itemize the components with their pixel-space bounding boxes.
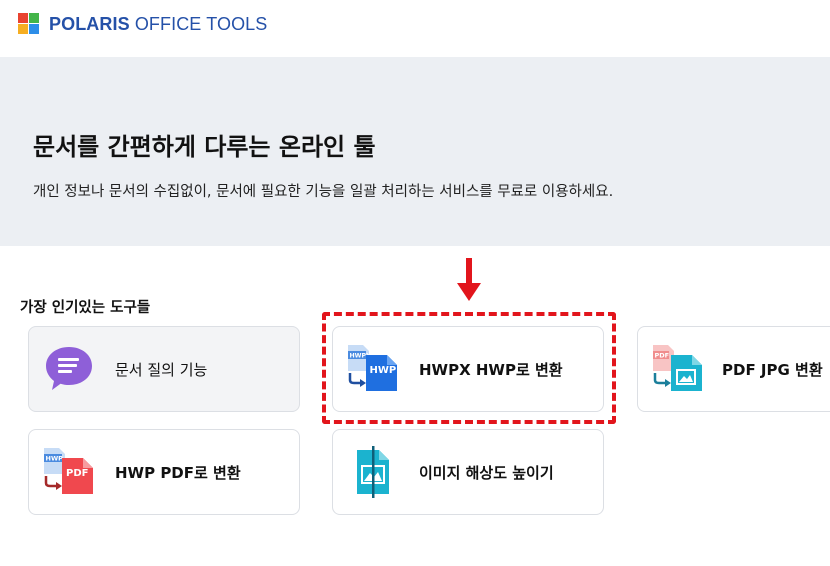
tool-label: HWP PDF로 변환 [115, 463, 241, 482]
tool-card-pdf-to-jpg[interactable]: PDF PDF JPG 변환 [637, 326, 830, 412]
annotation-arrow-icon [457, 258, 481, 301]
brand-light: OFFICE TOOLS [129, 14, 268, 34]
tool-card-image-upscale[interactable]: 이미지 해상도 높이기 [332, 429, 604, 515]
tool-label: 이미지 해상도 높이기 [419, 463, 554, 482]
pdf-to-jpg-icon: PDF [653, 345, 702, 391]
image-upscale-icon [357, 446, 389, 498]
chat-bubble-icon [46, 347, 92, 390]
tool-label: PDF JPG 변환 [722, 360, 823, 379]
tool-label: 문서 질의 기능 [115, 360, 208, 379]
top-header: POLARIS OFFICE TOOLS [0, 0, 830, 57]
brand-logo-text[interactable]: POLARIS OFFICE TOOLS [49, 13, 267, 35]
polaris-logo-icon[interactable] [18, 13, 40, 35]
annotation-highlight-box [322, 312, 616, 424]
hero-title: 문서를 간편하게 다루는 온라인 툴 [33, 133, 376, 161]
tool-card-hwp-to-pdf[interactable]: HWP PDF HWP PDF로 변환 [28, 429, 300, 515]
popular-tools-title: 가장 인기있는 도구들 [20, 300, 151, 316]
tool-card-doc-qa[interactable]: 문서 질의 기능 [28, 326, 300, 412]
pdf-badge-text: PDF [66, 468, 88, 479]
hwp-to-pdf-icon: HWP PDF [44, 448, 93, 494]
brand-bold: POLARIS [49, 14, 130, 34]
pdf-badge-text: PDF [655, 352, 670, 360]
hero-banner: 문서를 간편하게 다루는 온라인 툴 개인 정보나 문서의 수집없이, 문서에 … [0, 57, 830, 246]
hero-subtitle: 개인 정보나 문서의 수집없이, 문서에 필요한 기능을 일괄 처리하는 서비스… [33, 184, 614, 200]
hwp-badge-text: HWP [46, 455, 64, 463]
